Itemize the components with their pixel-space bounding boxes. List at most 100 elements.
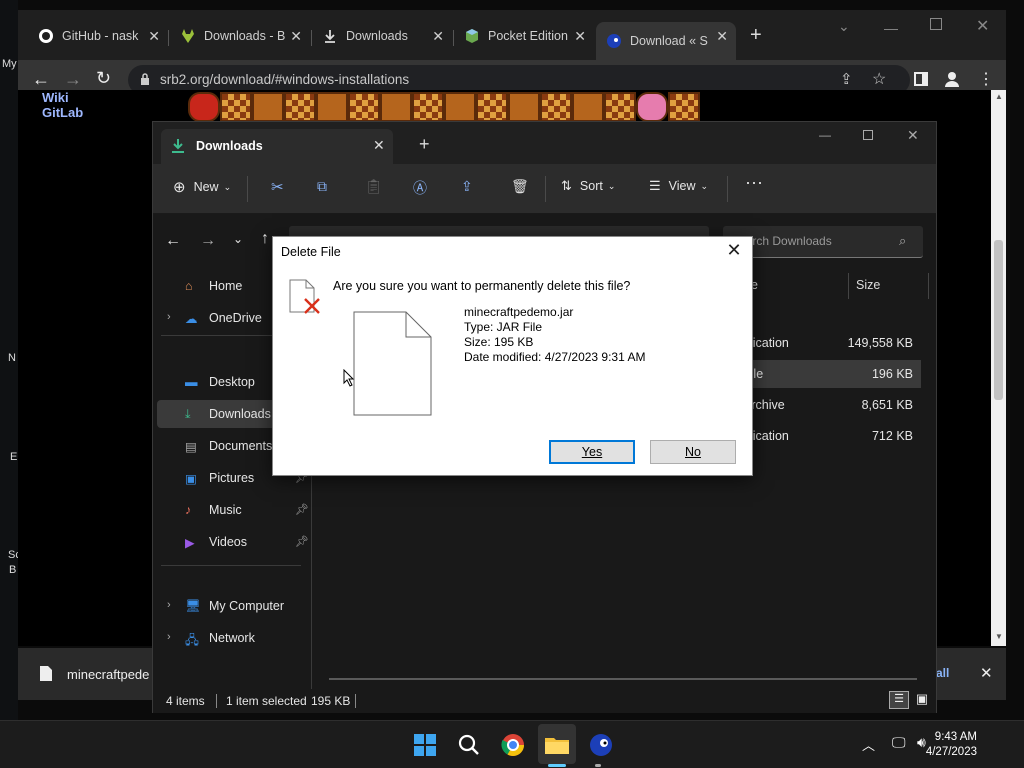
rename-icon[interactable]: Ⓐ [413,178,427,198]
more-options-icon[interactable]: ··· [745,172,763,193]
close-icon[interactable]: ✕ [574,28,586,45]
search-icon: ⌕ [899,233,907,248]
file-size: 196 KB [871,367,913,381]
desktop-label: N [8,352,16,364]
tab-search-icon[interactable]: ⌄ [838,18,850,35]
dialog-close-button[interactable]: ✕ [724,241,744,261]
menu-kebab-icon[interactable]: ⋮ [978,69,994,89]
minimize-button[interactable]: — [884,20,898,36]
chevron-right-icon[interactable]: › [167,631,171,643]
sidebar-label: Videos [209,535,247,549]
search-box[interactable]: Search Downloads ⌕ [723,226,923,258]
minimize-button[interactable]: — [819,128,831,142]
new-button[interactable]: ⊕ New ⌄ [173,178,231,196]
gitlab-link[interactable]: GitLab [42,105,83,120]
computer-icon: 🖥︎ [185,599,201,613]
browser-tab[interactable]: Downloads - B ✕ [170,22,310,50]
windows-start-icon[interactable] [410,730,440,760]
system-clock[interactable]: 9:43 AM 4/27/2023 [926,730,977,760]
wiki-link[interactable]: Wiki [42,90,83,105]
close-icon[interactable]: ✕ [373,137,385,154]
active-indicator [548,764,566,767]
file-row-selected[interactable]: File 196 KB [741,360,921,388]
profile-icon[interactable] [944,71,960,87]
network-icon[interactable]: 🖵︎ [892,734,906,751]
sidebar-item-music[interactable]: ♪ Music 📌︎ [157,496,309,524]
forward-button[interactable]: → [200,232,216,250]
browser-tab[interactable]: Downloads ✕ [312,22,452,50]
copy-icon[interactable]: ⧉ [317,178,327,195]
pin-icon[interactable]: 📌︎ [295,535,309,548]
desktop-background: My N E Sc B [0,0,18,720]
back-button[interactable]: ← [32,69,50,90]
chevron-right-icon[interactable]: › [167,599,171,611]
yes-button[interactable]: Yes [549,440,635,464]
close-icon[interactable]: ✕ [148,28,160,45]
close-window-button[interactable]: ✕ [907,127,919,144]
pin-icon[interactable]: 📌︎ [295,503,309,516]
back-button[interactable]: ← [165,232,181,250]
tiles-view-icon[interactable]: ▣ [913,691,931,709]
volume-icon[interactable]: 🔊︎ [917,734,926,751]
new-tab-button[interactable]: + [750,24,762,47]
recent-dropdown-icon[interactable]: ⌄ [233,232,243,246]
url-text: srb2.org/download/#windows-installations [160,72,410,87]
side-panel-icon[interactable] [914,72,928,86]
sort-button[interactable]: ⇅ Sort ⌄ [561,178,615,194]
music-icon: ♪ [185,503,192,517]
sidebar-item-network[interactable]: › 🖧︎ Network [157,624,307,652]
search-icon[interactable] [454,730,484,760]
details-view-icon[interactable]: ☰ [889,691,909,709]
browser-tab-active[interactable]: Download « S ✕ [596,22,736,60]
clock-date: 4/27/2023 [925,746,977,758]
chrome-icon[interactable] [498,730,528,760]
delete-file-dialog: Delete File ✕ Are you sure you want to p… [272,236,753,476]
game-banner-image [188,92,700,122]
cut-icon[interactable]: ✂ [271,178,284,196]
close-icon[interactable]: ✕ [716,28,728,45]
chevron-right-icon[interactable]: › [167,311,171,323]
browser-tab[interactable]: GitHub - nask ✕ [28,22,168,50]
column-header-size[interactable]: Size [856,278,880,312]
paste-icon[interactable]: 📋︎ [365,178,383,195]
close-icon[interactable]: ✕ [290,28,302,45]
close-window-button[interactable]: ✕ [976,16,989,36]
file-row[interactable]: plication 712 KB [741,422,921,450]
new-tab-button[interactable]: + [419,134,430,155]
show-all-link[interactable]: all [936,666,949,680]
share-icon[interactable]: ⇪ [461,178,473,195]
file-row[interactable]: Archive 8,651 KB [741,391,921,419]
page-scrollbar[interactable]: ▲ ▼ [991,90,1006,646]
delete-icon[interactable]: 🗑︎ [511,178,529,195]
no-button[interactable]: No [650,440,736,464]
dialog-question: Are you sure you want to permanently del… [333,279,631,293]
explorer-tab[interactable]: Downloads ✕ [161,129,393,164]
tab-strip: GitHub - nask ✕ Downloads - B ✕ Download… [18,10,1006,60]
maximize-button[interactable] [930,18,942,30]
sidebar-label: Downloads [209,407,271,421]
file-row[interactable]: plication 149,558 KB [741,329,921,357]
status-bar: 4 items 1 item selected 195 KB ☰ ▣ [153,689,936,713]
browser-tab[interactable]: Pocket Edition ✕ [454,22,594,50]
scrollbar-thumb[interactable] [994,240,1003,400]
download-icon [172,139,184,153]
view-button[interactable]: ☰ View ⌄ [649,178,708,194]
sidebar-item-my-computer[interactable]: › 🖥︎ My Computer [157,592,307,620]
close-download-bar-button[interactable]: ✕ [980,664,993,682]
chevron-up-icon[interactable]: ︿ [862,735,875,754]
download-file-name[interactable]: minecraftpede [67,667,149,682]
bookmark-star-icon[interactable]: ☆ [872,69,886,89]
up-button[interactable]: ↑ [261,230,269,248]
file-details: minecraftpedemo.jar Type: JAR File Size:… [464,305,645,365]
reload-button[interactable]: ↻ [96,68,111,89]
sonic-icon[interactable] [586,730,616,760]
pictures-icon: ▣ [185,472,197,486]
sidebar-item-videos[interactable]: ▶ Videos 📌︎ [157,528,309,556]
forward-button[interactable]: → [64,69,82,90]
share-icon[interactable]: ⇪ [840,70,853,88]
maximize-button[interactable] [863,130,873,140]
horizontal-scrollbar[interactable] [329,678,917,680]
close-icon[interactable]: ✕ [432,28,444,45]
view-label: View [668,179,696,193]
file-explorer-icon[interactable] [542,730,572,760]
